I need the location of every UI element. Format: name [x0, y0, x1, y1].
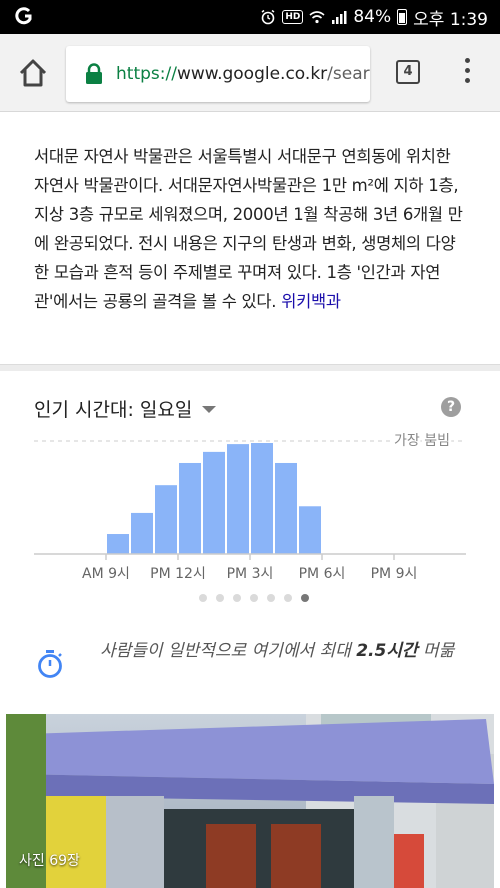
alarm-icon: [261, 9, 275, 25]
x-tick-label: PM 6시: [299, 566, 346, 582]
visit-duration-value: 2.5시간: [356, 641, 418, 661]
bar-hour-14[interactable]: [227, 444, 249, 554]
description-body: 서대문 자연사 박물관은 서울특별시 서대문구 연희동에 위치한 자연사 박물관…: [34, 147, 463, 311]
popular-times-title: 인기 시간대: 일요일: [34, 399, 193, 421]
overflow-menu-icon[interactable]: [462, 58, 472, 88]
x-tick-label: PM 3시: [227, 566, 274, 582]
hd-icon: HD: [282, 10, 304, 24]
address-bar[interactable]: https://www.google.co.kr/search: [66, 46, 370, 102]
pager-dot[interactable]: [233, 594, 241, 602]
g-logo-icon: [15, 7, 32, 25]
x-tick-label: AM 9시: [82, 566, 130, 582]
bar-hour-10[interactable]: [131, 512, 153, 554]
bar-hour-9[interactable]: [107, 534, 129, 554]
visit-duration-before: 사람들이 일반적으로 여기에서 최대: [100, 641, 357, 661]
day-pager-dots[interactable]: [199, 594, 309, 604]
x-tick-label: PM 12시: [150, 566, 206, 582]
wikipedia-link[interactable]: 위키백과: [281, 292, 341, 311]
pager-dot[interactable]: [216, 594, 224, 602]
visit-duration-text: 사람들이 일반적으로 여기에서 최대 2.5시간 머묾: [100, 637, 470, 666]
help-icon[interactable]: ?: [441, 397, 461, 417]
visit-duration-row: 사람들이 일반적으로 여기에서 최대 2.5시간 머묾: [0, 635, 500, 695]
popular-times-card: 인기 시간대: 일요일 ? 가장 붐빔 AM 9시 PM 12시 PM 3시 PM 6…: [0, 371, 500, 706]
place-photo[interactable]: 사진 69장: [6, 714, 494, 888]
bar-hour-16[interactable]: [275, 462, 297, 554]
busiest-label: 가장 붐빔: [394, 433, 450, 449]
pager-dot[interactable]: [199, 594, 207, 602]
description-card: 서대문 자연사 박물관은 서울특별시 서대문구 연희동에 위치한 자연사 박물관…: [0, 112, 500, 365]
lock-icon: [86, 63, 102, 84]
tabs-icon[interactable]: 4: [396, 60, 420, 84]
browser-toolbar: https://www.google.co.kr/search 4: [0, 34, 500, 112]
bars-group: [107, 443, 321, 554]
wifi-icon: [309, 11, 325, 24]
battery-icon: [397, 9, 408, 25]
pager-dot[interactable]: [284, 594, 292, 602]
home-icon[interactable]: [16, 56, 50, 90]
pager-dot[interactable]: [301, 594, 309, 602]
x-ticks-group: AM 9시 PM 12시 PM 3시 PM 6시 PM 9시: [82, 554, 417, 582]
clock: 오후 1:39: [413, 9, 488, 30]
popular-times-chart: 가장 붐빔 AM 9시 PM 12시 PM 3시 PM 6시 PM 9시: [34, 430, 466, 582]
url-host: www.google.co.kr: [176, 64, 328, 84]
x-tick-label: PM 9시: [371, 566, 418, 582]
url-path: /search: [327, 64, 370, 84]
photo-count-label: 사진 69장: [19, 853, 80, 869]
bar-hour-13[interactable]: [203, 451, 225, 554]
pager-dot[interactable]: [267, 594, 275, 602]
signal-icon: [332, 11, 347, 24]
bar-hour-15[interactable]: [251, 443, 273, 554]
pager-dot[interactable]: [250, 594, 258, 602]
url-text: https://www.google.co.kr/search: [116, 63, 370, 85]
status-icons: HD 84% 오후 1:39: [260, 0, 488, 34]
bar-hour-17[interactable]: [299, 506, 321, 554]
url-scheme: https://: [116, 64, 177, 84]
bar-hour-12[interactable]: [179, 462, 201, 554]
bar-hour-11[interactable]: [155, 485, 177, 554]
stopwatch-icon: [38, 650, 62, 678]
status-bar: HD 84% 오후 1:39: [0, 0, 500, 34]
description-text: 서대문 자연사 박물관은 서울특별시 서대문구 연희동에 위치한 자연사 박물관…: [34, 142, 470, 316]
visit-duration-after: 머묾: [417, 641, 455, 661]
dropdown-caret-icon: [202, 406, 217, 413]
battery-level: 84%: [353, 7, 392, 27]
day-selector[interactable]: 인기 시간대: 일요일: [34, 395, 217, 422]
